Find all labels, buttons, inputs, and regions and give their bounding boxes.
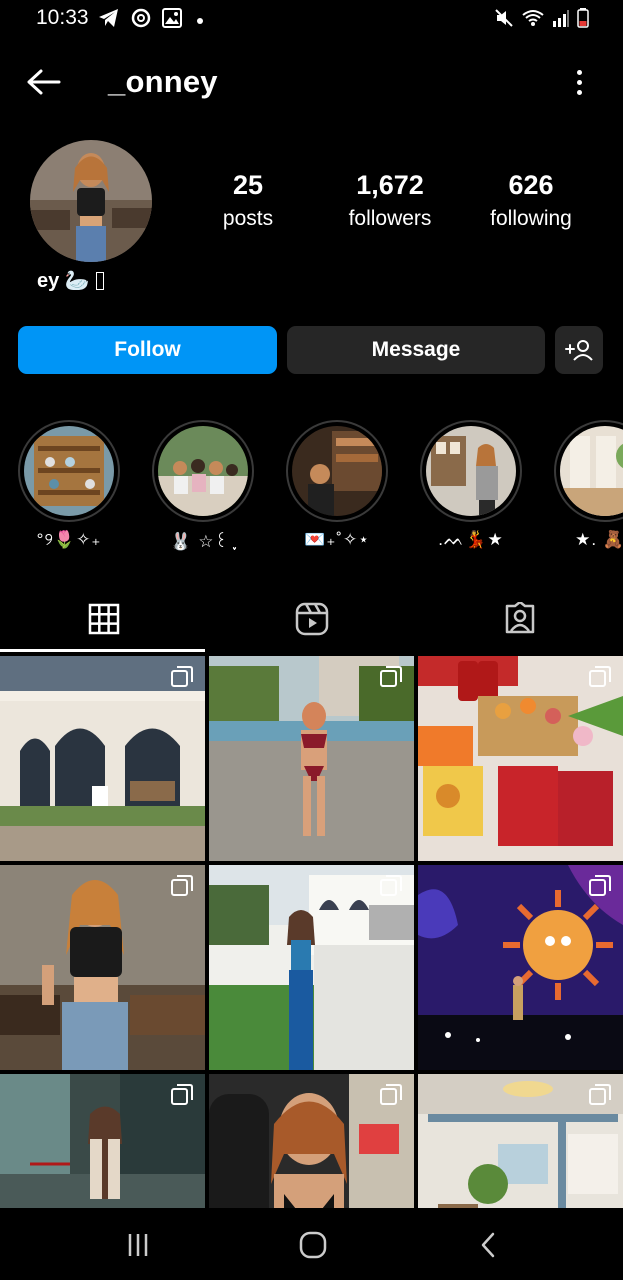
highlight-ring bbox=[18, 420, 120, 522]
stat-followers[interactable]: 1,672 followers bbox=[320, 168, 460, 236]
highlight-item[interactable]: 🐰 ☆꒰ ִֶָ bbox=[151, 420, 255, 552]
back-button[interactable] bbox=[22, 62, 64, 102]
profile-tabs bbox=[0, 585, 623, 653]
battery-low-icon bbox=[577, 8, 589, 33]
more-options-button[interactable] bbox=[569, 64, 589, 100]
notification-dot-icon bbox=[197, 17, 203, 24]
telegram-icon bbox=[98, 8, 120, 33]
multiple-photos-icon bbox=[380, 875, 402, 896]
multiple-photos-icon bbox=[589, 1084, 611, 1105]
profile-header: _onney bbox=[0, 52, 623, 112]
following-count: 626 bbox=[508, 170, 554, 200]
grid-post[interactable] bbox=[209, 1074, 414, 1208]
status-left-icons bbox=[98, 8, 203, 33]
posts-count: 25 bbox=[232, 170, 264, 200]
highlight-ring bbox=[420, 420, 522, 522]
highlight-label: 💌₊˚✧⋆ bbox=[304, 530, 370, 549]
add-person-icon bbox=[565, 340, 593, 361]
highlight-ring bbox=[152, 420, 254, 522]
gallery-icon bbox=[162, 8, 182, 33]
highlight-item[interactable]: .ᨓ💃★ bbox=[419, 420, 523, 550]
grid-post[interactable] bbox=[418, 865, 623, 1070]
system-back-button[interactable] bbox=[458, 1228, 518, 1262]
grid-post[interactable] bbox=[0, 865, 205, 1070]
home-icon bbox=[299, 1231, 327, 1259]
tab-posts-grid[interactable] bbox=[0, 585, 207, 653]
profile-username: _onney bbox=[108, 64, 218, 99]
reels-icon bbox=[295, 602, 328, 636]
mute-icon bbox=[494, 8, 514, 33]
highlight-cover bbox=[24, 426, 114, 516]
tab-reels[interactable] bbox=[208, 585, 415, 653]
stat-posts[interactable]: 25 posts bbox=[178, 168, 318, 236]
more-vertical-icon bbox=[576, 69, 582, 75]
profile-avatar[interactable] bbox=[30, 140, 152, 262]
highlight-item[interactable]: °୨🌷✧₊ bbox=[17, 420, 121, 550]
multiple-photos-icon bbox=[589, 875, 611, 896]
status-bar: 10:33 bbox=[0, 0, 623, 40]
follow-button[interactable]: Follow bbox=[18, 326, 277, 374]
multiple-photos-icon bbox=[380, 666, 402, 687]
instagram-profile-screen: 10:33 _onney 25 posts 1,672 followers 62… bbox=[0, 0, 623, 1280]
grid-post[interactable] bbox=[0, 1074, 205, 1208]
grid-post[interactable] bbox=[209, 656, 414, 861]
grid-post[interactable] bbox=[418, 656, 623, 861]
arrow-left-icon bbox=[27, 69, 61, 95]
grid-icon bbox=[88, 603, 119, 635]
bio-name-text: ey 🦢 bbox=[37, 270, 90, 292]
grid-post[interactable] bbox=[209, 865, 414, 1070]
grid-post[interactable] bbox=[418, 1074, 623, 1208]
home-button[interactable] bbox=[283, 1228, 343, 1262]
message-button[interactable]: Message bbox=[287, 326, 545, 374]
followers-count: 1,672 bbox=[356, 170, 424, 200]
multiple-photos-icon bbox=[171, 666, 193, 687]
bio-display-name: ey 🦢 bbox=[37, 268, 104, 293]
multiple-photos-icon bbox=[171, 1084, 193, 1105]
status-time: 10:33 bbox=[36, 6, 89, 29]
posts-grid bbox=[0, 656, 623, 1208]
grid-post[interactable] bbox=[0, 656, 205, 861]
highlight-cover bbox=[560, 426, 623, 516]
status-right-icons bbox=[494, 8, 589, 33]
highlight-cover bbox=[158, 426, 248, 516]
highlight-label: 🐰 ☆꒰ ִֶָ bbox=[170, 532, 236, 551]
system-navigation-bar bbox=[0, 1208, 623, 1280]
tagged-person-icon bbox=[505, 602, 534, 634]
highlight-item[interactable]: ★. 🧸₊ bbox=[553, 420, 623, 550]
tab-tagged[interactable] bbox=[416, 585, 623, 653]
highlight-label: ★. 🧸₊ bbox=[575, 530, 623, 549]
multiple-photos-icon bbox=[589, 666, 611, 687]
highlight-label: °୨🌷✧₊ bbox=[36, 530, 102, 549]
avatar-photo bbox=[30, 140, 152, 262]
highlight-item[interactable]: 💌₊˚✧⋆ bbox=[285, 420, 389, 550]
unknown-glyph-icon bbox=[95, 271, 104, 290]
threads-icon bbox=[131, 8, 151, 33]
wifi-icon bbox=[521, 8, 545, 33]
back-icon bbox=[481, 1232, 495, 1258]
highlight-cover bbox=[426, 426, 516, 516]
recent-apps-icon bbox=[128, 1234, 148, 1256]
highlight-cover bbox=[292, 426, 382, 516]
highlight-label: .ᨓ💃★ bbox=[438, 530, 504, 549]
followers-label: followers bbox=[348, 207, 432, 230]
highlight-ring bbox=[286, 420, 388, 522]
multiple-photos-icon bbox=[380, 1084, 402, 1105]
active-tab-indicator bbox=[0, 649, 205, 652]
posts-label: posts bbox=[222, 207, 274, 230]
signal-icon bbox=[552, 8, 570, 33]
multiple-photos-icon bbox=[171, 875, 193, 896]
story-highlights: °୨🌷✧₊ 🐰 ☆꒰ ִֶָ 💌₊˚✧⋆ .ᨓ💃★ ★. 🧸 bbox=[0, 420, 623, 560]
highlight-ring bbox=[554, 420, 623, 522]
recent-apps-button[interactable] bbox=[108, 1228, 168, 1262]
suggested-users-button[interactable] bbox=[555, 326, 603, 374]
following-label: following bbox=[490, 207, 572, 230]
stat-following[interactable]: 626 following bbox=[461, 168, 601, 236]
